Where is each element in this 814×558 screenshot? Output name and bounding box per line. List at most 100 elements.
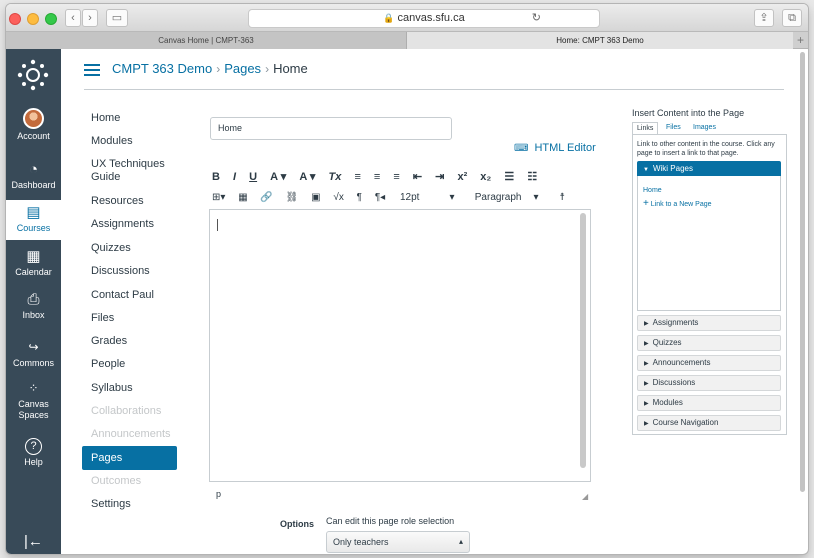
wiki-pages-section-header[interactable]: ▼ Wiki Pages <box>637 161 781 176</box>
course-nav-ux-techniques[interactable]: UX Techniques Guide <box>82 158 177 184</box>
nav-account[interactable]: Account <box>6 108 61 142</box>
inbox-icon: ⎙ <box>27 291 40 308</box>
course-nav-pages[interactable]: Pages <box>82 446 177 470</box>
breadcrumb-current: Home <box>273 61 308 76</box>
course-nav-assignments[interactable]: Assignments <box>82 218 177 231</box>
nav-dashboard-label: Dashboard <box>11 180 56 190</box>
html-editor-link[interactable]: ⌨ HTML Editor <box>514 142 596 154</box>
caret-right-icon: ▶ <box>644 421 649 427</box>
nav-canvas-spaces[interactable]: ⁘ Canvas Spaces <box>6 380 61 421</box>
course-nav-modules[interactable]: Modules <box>82 135 177 148</box>
share-button[interactable]: ⇪ <box>754 9 774 27</box>
background-color-button[interactable]: A ▾ <box>299 170 315 183</box>
unlink-button[interactable]: ⛓ <box>286 192 299 203</box>
section-assignments[interactable]: ▶ Assignments <box>637 315 781 331</box>
close-window-button[interactable] <box>9 13 21 25</box>
course-nav-contact-paul[interactable]: Contact Paul <box>82 289 177 302</box>
zoom-window-button[interactable] <box>45 13 57 25</box>
align-right-button[interactable]: ≡ <box>393 171 399 183</box>
course-nav-grades[interactable]: Grades <box>82 335 177 348</box>
course-nav-collaborations[interactable]: Collaborations <box>82 405 177 418</box>
text-color-button[interactable]: A ▾ <box>270 170 286 183</box>
align-left-button[interactable]: ≡ <box>354 171 360 183</box>
underline-button[interactable]: U <box>249 171 257 183</box>
course-nav-home[interactable]: Home <box>82 112 177 125</box>
options-label: Options <box>280 519 314 529</box>
course-nav-syllabus[interactable]: Syllabus <box>82 382 177 395</box>
nav-dashboard[interactable]: ◔ Dashboard <box>6 161 61 191</box>
canvas-logo-icon[interactable] <box>16 58 50 92</box>
equation-button[interactable]: √x <box>333 192 344 203</box>
breadcrumb-course[interactable]: CMPT 363 Demo <box>112 61 212 76</box>
ltr-button[interactable]: ¶ <box>357 192 362 203</box>
block-format-select[interactable]: Paragraph ▾ <box>475 192 547 203</box>
nav-courses[interactable]: ▤ Courses <box>6 200 61 240</box>
nav-courses-label: Courses <box>16 223 51 233</box>
section-announcements[interactable]: ▶ Announcements <box>637 355 781 371</box>
tabs-overview-button[interactable]: ⧉ <box>782 9 802 27</box>
outdent-button[interactable]: ⇤ <box>413 170 422 183</box>
align-center-button[interactable]: ≡ <box>374 171 380 183</box>
section-course-navigation[interactable]: ▶ Course Navigation <box>637 415 781 431</box>
bullet-list-button[interactable]: ☰ <box>504 170 514 183</box>
minimize-window-button[interactable] <box>27 13 39 25</box>
clear-formatting-button[interactable]: Tx <box>329 171 342 183</box>
course-nav-discussions[interactable]: Discussions <box>82 265 177 278</box>
course-nav-files[interactable]: Files <box>82 312 177 325</box>
reload-icon[interactable]: ↻ <box>532 10 541 27</box>
new-page-link[interactable]: + Link to a New Page <box>643 198 712 209</box>
wiki-link-home[interactable]: Home <box>643 187 662 194</box>
nav-inbox[interactable]: ⎙ Inbox <box>6 291 61 321</box>
edit-role-value: Only teachers <box>333 537 389 547</box>
editor-scrollbar[interactable] <box>580 213 586 468</box>
course-nav-quizzes[interactable]: Quizzes <box>82 242 177 255</box>
course-nav-outcomes[interactable]: Outcomes <box>82 475 177 488</box>
back-button[interactable]: ‹ <box>65 9 81 27</box>
accessibility-checker-icon[interactable]: ☨ <box>560 192 565 203</box>
course-nav-settings[interactable]: Settings <box>82 498 177 511</box>
hamburger-menu-icon[interactable] <box>84 64 100 76</box>
image-button[interactable]: ▣ <box>311 192 320 203</box>
table-button[interactable]: ⊞▾ <box>212 192 225 203</box>
section-discussions[interactable]: ▶ Discussions <box>637 375 781 391</box>
nav-calendar[interactable]: ▦ Calendar <box>6 248 61 278</box>
tab-canvas-home[interactable]: Canvas Home | CMPT-363 <box>6 32 407 49</box>
collapse-nav-icon[interactable]: |← <box>24 533 43 550</box>
account-avatar <box>23 108 44 129</box>
rich-content-editor[interactable] <box>209 209 591 482</box>
edit-role-select[interactable]: Only teachers ▴▾ <box>326 531 470 553</box>
italic-button[interactable]: I <box>233 171 236 183</box>
course-nav-announcements[interactable]: Announcements <box>82 428 177 441</box>
breadcrumb-separator: › <box>216 62 221 76</box>
superscript-button[interactable]: x² <box>457 171 467 183</box>
section-quizzes[interactable]: ▶ Quizzes <box>637 335 781 351</box>
subscript-button[interactable]: x₂ <box>480 171 491 183</box>
link-button[interactable]: 🔗 <box>260 192 272 203</box>
indent-button[interactable]: ⇥ <box>435 170 444 183</box>
url-bar[interactable]: 🔒 canvas.sfu.ca ↻ <box>248 9 600 28</box>
new-tab-button[interactable]: + <box>793 32 808 49</box>
caret-right-icon: ▶ <box>644 361 649 367</box>
course-nav-resources[interactable]: Resources <box>82 195 177 208</box>
section-modules[interactable]: ▶ Modules <box>637 395 781 411</box>
section-discussions-label: Discussions <box>652 378 696 387</box>
bold-button[interactable]: B <box>212 171 220 183</box>
numbered-list-button[interactable]: ☷ <box>527 170 537 183</box>
media-button[interactable]: ▦ <box>238 192 247 203</box>
course-nav-ux-techniques-line1: UX Techniques <box>91 158 165 170</box>
forward-button[interactable]: › <box>82 9 98 27</box>
section-announcements-label: Announcements <box>652 358 711 367</box>
tab-home-demo[interactable]: Home: CMPT 363 Demo <box>407 32 793 49</box>
rtl-button[interactable]: ¶◂ <box>375 192 385 203</box>
course-nav-people[interactable]: People <box>82 358 177 371</box>
breadcrumb-pages[interactable]: Pages <box>224 61 261 76</box>
nav-help[interactable]: ? Help <box>6 438 61 468</box>
sidebar-toggle-button[interactable]: ▭ <box>106 9 128 27</box>
nav-commons[interactable]: ↪ Commons <box>6 339 61 369</box>
editor-toolbar-insert: ⊞▾ ▦ 🔗 ⛓ ▣ √x ¶ ¶◂ 12pt ▾ Paragraph ▾ ☨ <box>212 192 592 206</box>
global-nav: Account ◔ Dashboard ▤ Courses ▦ Calendar… <box>6 49 61 554</box>
resize-handle-icon[interactable]: ◢ <box>582 492 588 501</box>
font-size-select[interactable]: 12pt ▾ <box>400 192 462 203</box>
page-title-input[interactable]: Home <box>210 117 452 140</box>
page-scrollbar[interactable] <box>800 52 805 492</box>
